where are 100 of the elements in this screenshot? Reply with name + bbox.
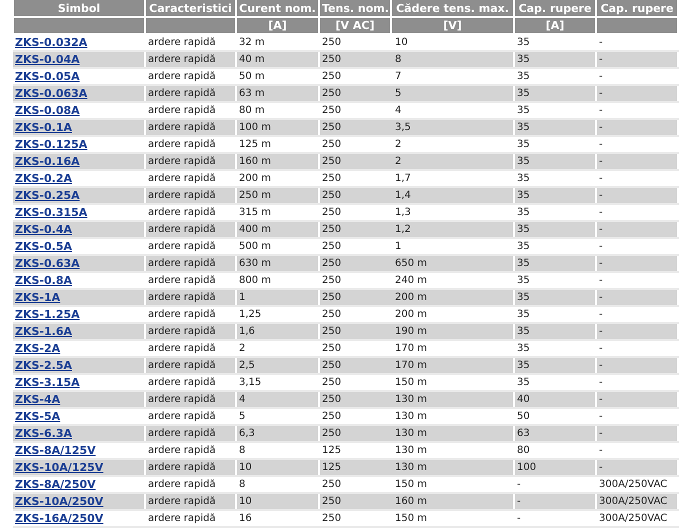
table-cell-text: 250 <box>322 87 342 100</box>
table-cell-text: ardere rapidă <box>148 189 216 202</box>
product-link[interactable]: ZKS-2A <box>15 341 60 355</box>
table-cell-text: ardere rapidă <box>148 359 216 372</box>
table-cell-text: 4 <box>395 104 402 117</box>
product-link[interactable]: ZKS-5A <box>15 409 60 423</box>
table-cell-text: 50 m <box>239 70 265 83</box>
table-cell-text: ardere rapidă <box>148 325 216 338</box>
table-cell-text: 190 m <box>395 325 428 338</box>
table-cell-text: 130 m <box>395 427 428 440</box>
product-link[interactable]: ZKS-0.5A <box>15 239 72 253</box>
table-cell-text: 35 <box>517 189 530 202</box>
table-cell-text: 1,4 <box>395 189 411 202</box>
table-cell-text: 130 m <box>395 393 428 406</box>
table-cell-text: ardere rapidă <box>148 274 216 287</box>
table-cell-text: ardere rapidă <box>148 495 216 508</box>
table-cell-text: 100 <box>517 461 536 474</box>
product-link[interactable]: ZKS-0.032A <box>15 35 88 49</box>
table-cell-text: 35 <box>517 274 530 287</box>
table-cell-text: 35 <box>517 240 530 253</box>
table-cell-text: ardere rapidă <box>148 512 216 525</box>
product-link[interactable]: ZKS-8A/250V <box>15 477 96 491</box>
product-link[interactable]: ZKS-0.315A <box>15 205 88 219</box>
table-cell-text: ardere rapidă <box>148 393 216 406</box>
table-cell-text: 300A/250VAC <box>599 495 668 508</box>
table-cell-text: 35 <box>517 359 530 372</box>
product-link[interactable]: ZKS-0.2A <box>15 171 72 185</box>
table-cell-text: 250 <box>322 104 342 117</box>
unit-label: [V] <box>443 18 462 32</box>
table-cell-text: 35 <box>517 121 530 134</box>
table-cell-text: 10 <box>239 495 252 508</box>
table-cell-text: 315 m <box>239 206 272 219</box>
column-header: Cădere tens. max. <box>396 0 509 15</box>
table-cell-text: 250 <box>322 427 342 440</box>
table-cell-text: 35 <box>517 172 530 185</box>
table-cell-text: ardere rapidă <box>148 36 216 49</box>
table-cell-text: - <box>599 155 603 168</box>
table-cell-text: 2,5 <box>239 359 255 372</box>
table-cell-text: 200 m <box>239 172 272 185</box>
column-header: Cap. rupere <box>600 0 674 15</box>
table-cell-text: 100 m <box>239 121 272 134</box>
product-link[interactable]: ZKS-3.15A <box>15 375 80 389</box>
table-cell-text: 2 <box>395 155 402 168</box>
table-cell-text: ardere rapidă <box>148 53 216 66</box>
table-cell-text: - <box>599 138 603 151</box>
table-cell-text: 250 <box>322 325 342 338</box>
table-cell-text: 300A/250VAC <box>599 478 668 491</box>
table-cell-text: 150 m <box>395 512 428 525</box>
table-cell-text: 250 m <box>239 189 272 202</box>
table-cell-text: ardere rapidă <box>148 444 216 457</box>
table-cell-text: - <box>599 342 603 355</box>
table-cell-text: 250 <box>322 155 342 168</box>
table-cell-text: 8 <box>239 478 246 491</box>
table-cell-text: 250 <box>322 376 342 389</box>
product-link[interactable]: ZKS-0.05A <box>15 69 80 83</box>
table-cell-text: 35 <box>517 53 530 66</box>
table-cell-text: - <box>599 206 603 219</box>
table-cell-text: - <box>599 172 603 185</box>
table-cell-text: 150 m <box>395 376 428 389</box>
table-cell-text: 125 m <box>239 138 272 151</box>
table-cell-text: ardere rapidă <box>148 291 216 304</box>
table-cell-text: - <box>599 359 603 372</box>
table-cell-text: 1,25 <box>239 308 262 321</box>
table-cell-text: ardere rapidă <box>148 342 216 355</box>
table-cell-text: ardere rapidă <box>148 461 216 474</box>
product-link[interactable]: ZKS-1.25A <box>15 307 80 321</box>
table-cell-text: 250 <box>322 53 342 66</box>
table-cell-text: - <box>599 308 603 321</box>
unit-label: [A] <box>268 18 287 32</box>
product-link[interactable]: ZKS-16A/250V <box>15 511 104 525</box>
table-cell-text: 130 m <box>395 444 428 457</box>
unit-label: [A] <box>546 18 564 32</box>
product-link[interactable]: ZKS-0.8A <box>15 273 72 287</box>
table-cell-text: ardere rapidă <box>148 376 216 389</box>
table-cell-text: 250 <box>322 223 342 236</box>
table-cell-text: - <box>599 393 603 406</box>
table-cell-text: - <box>599 223 603 236</box>
table-cell-text: - <box>599 70 603 83</box>
table-cell-text: ardere rapidă <box>148 427 216 440</box>
table-cell-text: 35 <box>517 325 530 338</box>
table-cell-text: 40 m <box>239 53 265 66</box>
product-link[interactable]: ZKS-8A/125V <box>15 443 96 457</box>
table-cell-text: - <box>599 53 603 66</box>
table-cell-text: 250 <box>322 240 342 253</box>
table-cell-text: - <box>599 87 603 100</box>
table-cell-text: ardere rapidă <box>148 478 216 491</box>
product-link[interactable]: ZKS-0.08A <box>15 103 80 117</box>
table-cell-text: 35 <box>517 36 530 49</box>
table-cell-text: 250 <box>322 36 342 49</box>
table-cell-text: 1,6 <box>239 325 255 338</box>
table-cell-text: - <box>599 410 603 423</box>
product-link[interactable]: ZKS-0.125A <box>15 137 88 151</box>
table-cell-text: 1 <box>239 291 246 304</box>
table-cell-text: 130 m <box>395 461 428 474</box>
table-cell-text: 250 <box>322 189 342 202</box>
table-cell-text: 2 <box>239 342 246 355</box>
table-cell-text: 35 <box>517 104 530 117</box>
table-cell-text: ardere rapidă <box>148 308 216 321</box>
table-cell-text: 35 <box>517 138 530 151</box>
table-cell-text: 630 m <box>239 257 272 270</box>
